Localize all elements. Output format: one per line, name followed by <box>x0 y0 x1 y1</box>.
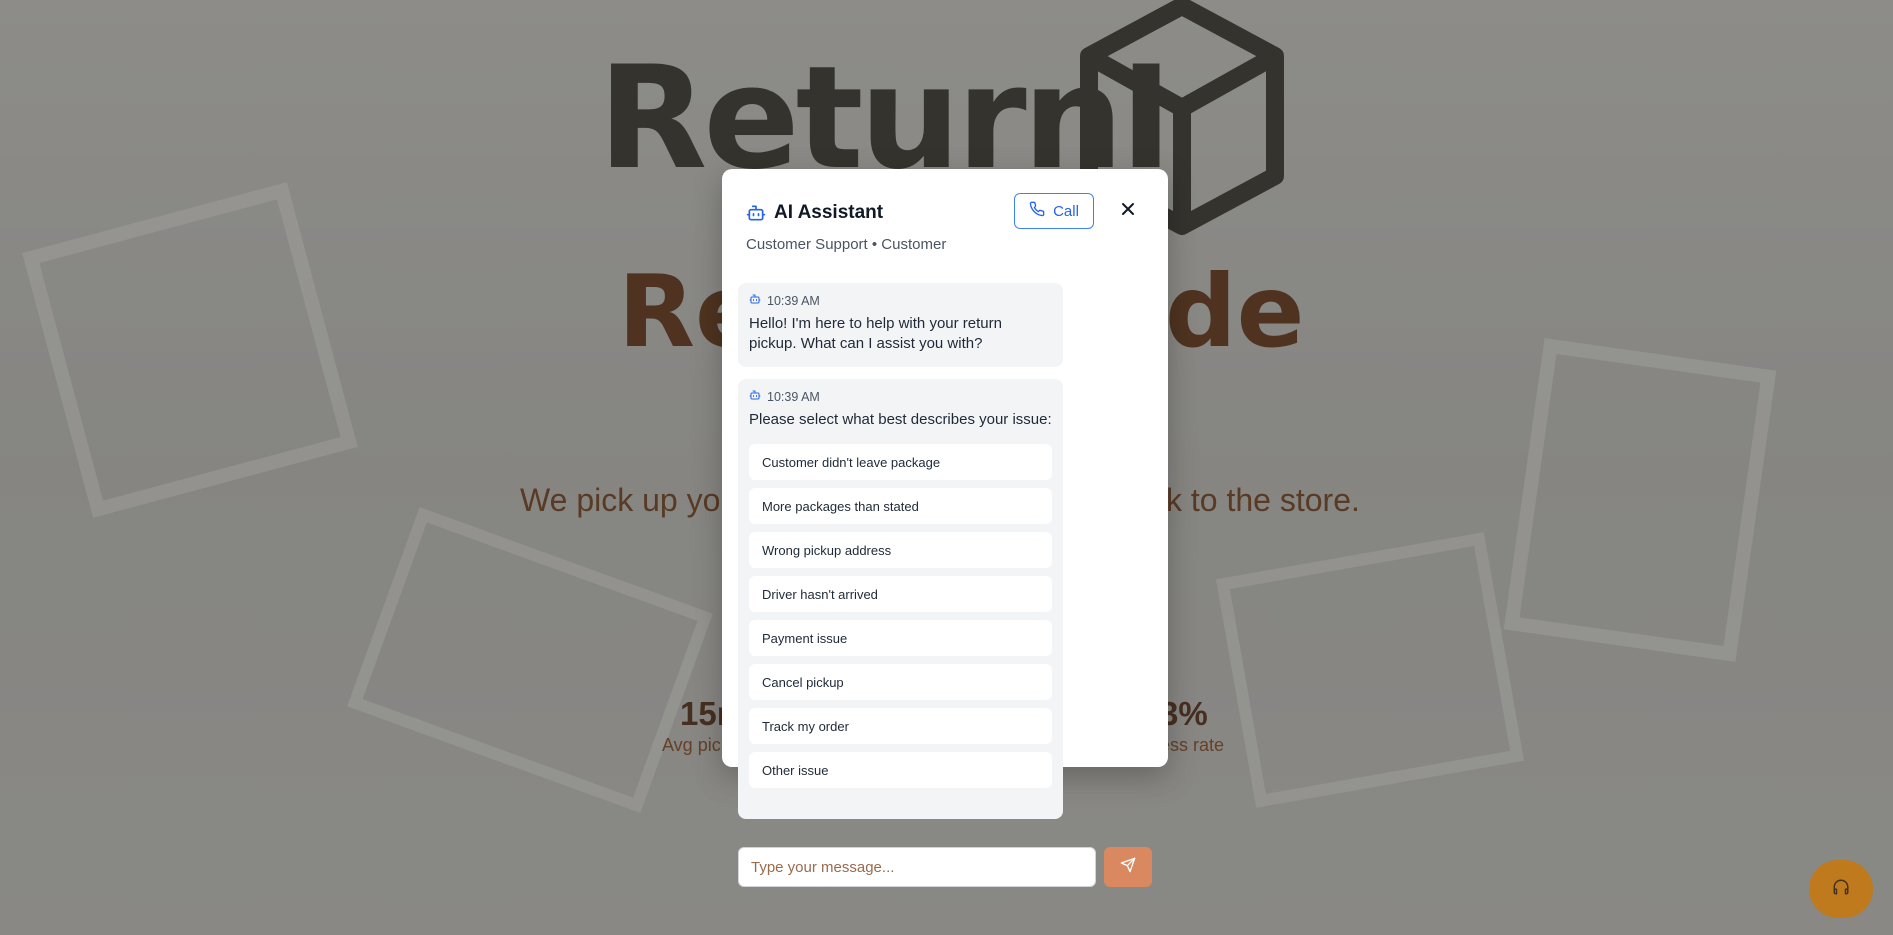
option-other-issue[interactable]: Other issue <box>749 752 1052 788</box>
message-text: Hello! I'm here to help with your return… <box>749 315 1002 352</box>
message-input[interactable] <box>738 847 1096 887</box>
chat-title: AI Assistant <box>774 202 884 223</box>
send-icon <box>1120 857 1136 878</box>
option-driver-not-arrived[interactable]: Driver hasn't arrived <box>749 576 1052 612</box>
option-customer-no-package[interactable]: Customer didn't leave package <box>749 444 1052 480</box>
headset-icon <box>1832 878 1850 901</box>
message-composer <box>738 847 1153 887</box>
quick-reply-options: Customer didn't leave package More packa… <box>749 444 1052 788</box>
send-button[interactable] <box>1104 847 1152 887</box>
option-payment-issue[interactable]: Payment issue <box>749 620 1052 656</box>
bot-icon <box>749 389 761 404</box>
chat-message: 10:39 AM Please select what best describ… <box>738 379 1063 819</box>
support-chat-button[interactable] <box>1809 860 1873 918</box>
option-track-order[interactable]: Track my order <box>749 708 1052 744</box>
close-button[interactable] <box>1116 199 1140 223</box>
chat-message: 10:39 AM Hello! I'm here to help with yo… <box>738 283 1063 367</box>
message-text: Please select what best describes your i… <box>749 411 1052 428</box>
option-cancel-pickup[interactable]: Cancel pickup <box>749 664 1052 700</box>
chat-subtitle: Customer Support • Customer <box>746 236 947 253</box>
phone-icon <box>1029 201 1045 221</box>
call-button[interactable]: Call <box>1014 193 1094 229</box>
message-timestamp: 10:39 AM <box>767 293 820 308</box>
message-timestamp: 10:39 AM <box>767 389 820 404</box>
option-wrong-address[interactable]: Wrong pickup address <box>749 532 1052 568</box>
call-button-label: Call <box>1053 202 1079 220</box>
bot-icon <box>749 293 761 308</box>
close-icon <box>1121 202 1135 221</box>
option-more-packages[interactable]: More packages than stated <box>749 488 1052 524</box>
bot-icon <box>746 203 766 223</box>
